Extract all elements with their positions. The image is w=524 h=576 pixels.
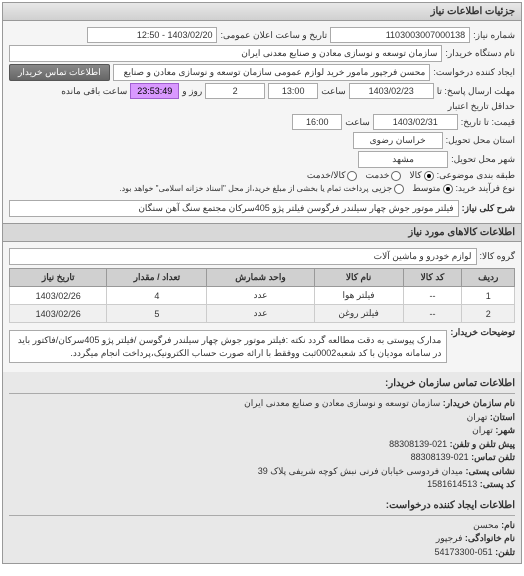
public-announce-value: 1403/02/20 - 12:50 <box>87 27 217 43</box>
deadline-label: مهلت ارسال پاسخ: تا <box>437 86 515 97</box>
radio-kala[interactable] <box>424 171 434 181</box>
goods-table: ردیف کد کالا نام کالا واحد شمارش تعداد /… <box>9 268 515 323</box>
table-row: 2 -- فیلتر روغن عدد 5 1403/02/26 <box>10 305 515 323</box>
table-header-row: ردیف کد کالا نام کالا واحد شمارش تعداد /… <box>10 269 515 287</box>
th-qty: تعداد / مقدار <box>107 269 207 287</box>
radio-minor[interactable] <box>394 184 404 194</box>
timer-label: ساعت باقی مانده <box>61 86 127 97</box>
panel-title: جزئیات اطلاعات نیاز <box>3 3 521 21</box>
deadline-time: 13:00 <box>268 83 318 99</box>
process-note: پرداخت تمام یا بخشی از مبلغ خرید،از محل … <box>119 184 368 193</box>
days-remain-label: روز و <box>182 86 202 97</box>
buyer-contact-button[interactable]: اطلاعات تماس خریدار <box>9 64 110 81</box>
process-radio-group: متوسط جزیی <box>372 183 453 194</box>
process-type-label: نوع فرآیند خرید: <box>456 183 516 194</box>
goods-group-value: لوازم خودرو و ماشین آلات <box>9 248 477 265</box>
validity-date: 1403/02/31 <box>373 114 458 130</box>
radio-kala-khedmat[interactable] <box>347 171 357 181</box>
need-desc-label: شرح کلی نیاز: <box>462 203 515 214</box>
th-name: نام کالا <box>314 269 403 287</box>
buyer-contact-section: اطلاعات تماس سازمان خریدار: نام سازمان خ… <box>3 372 521 563</box>
th-unit: واحد شمارش <box>207 269 314 287</box>
requester-value: محسن فرجپور مامور خرید لوازم عمومی سازما… <box>113 64 431 81</box>
th-row: ردیف <box>462 269 515 287</box>
goods-group-label: گروه کالا: <box>480 251 515 262</box>
requester-label: ایجاد کننده درخواست: <box>433 67 515 78</box>
countdown-timer: 23:53:49 <box>130 83 179 99</box>
public-announce-label: تاریخ و ساعت اعلان عمومی: <box>220 30 327 41</box>
validity-time-label: ساعت <box>345 117 370 128</box>
th-date: تاریخ نیاز <box>10 269 107 287</box>
table-row: 1 -- فیلتر هوا عدد 4 1403/02/26 <box>10 287 515 305</box>
th-code: کد کالا <box>403 269 462 287</box>
buyer-org-value: سازمان توسعه و نوسازی معادن و صنایع معدن… <box>9 45 442 62</box>
validity-to-label: قیمت: تا تاریخ: <box>461 117 515 128</box>
goods-section-header: اطلاعات کالاهای مورد نیاز <box>3 223 521 242</box>
delivery-city: مشهد <box>358 151 448 168</box>
budget-cat-label: طبقه بندی موضوعی: <box>437 170 515 181</box>
days-remain: 2 <box>205 83 265 99</box>
details-panel: جزئیات اطلاعات نیاز شماره نیاز: 11030030… <box>2 2 522 564</box>
requester-contact-header: اطلاعات ایجاد کننده درخواست: <box>9 498 515 516</box>
buyer-notes-value: مدارک پیوستی به دقت مطالعه گردد نکته :فی… <box>9 330 447 363</box>
goods-body: گروه کالا: لوازم خودرو و ماشین آلات ردیف… <box>3 242 521 372</box>
buyer-notes-label: توضیحات خریدار: <box>450 327 515 338</box>
budget-radio-group: کالا خدمت کالا/خدمت <box>307 170 434 181</box>
validity-time: 16:00 <box>292 114 342 130</box>
delivery-province-label: استان محل تحویل: <box>446 135 515 146</box>
request-no-value: 1103003007000138 <box>330 27 470 43</box>
buyer-contact-header: اطلاعات تماس سازمان خریدار: <box>9 376 515 394</box>
request-no-label: شماره نیاز: <box>473 30 515 41</box>
panel-body: شماره نیاز: 1103003007000138 تاریخ و ساع… <box>3 21 521 223</box>
delivery-province: خراسان رضوی <box>353 132 443 149</box>
radio-medium[interactable] <box>443 184 453 194</box>
deadline-time-label: ساعت <box>321 86 346 97</box>
need-desc-value: فیلتر موتور جوش چهار سیلندر فرگوسن فیلتر… <box>9 200 459 217</box>
validity-from-label: حداقل تاریخ اعتبار <box>448 101 515 112</box>
radio-khedmat[interactable] <box>391 171 401 181</box>
deadline-date: 1403/02/23 <box>349 83 434 99</box>
delivery-city-label: شهر محل تحویل: <box>451 154 515 165</box>
buyer-org-label: نام دستگاه خریدار: <box>445 48 515 59</box>
